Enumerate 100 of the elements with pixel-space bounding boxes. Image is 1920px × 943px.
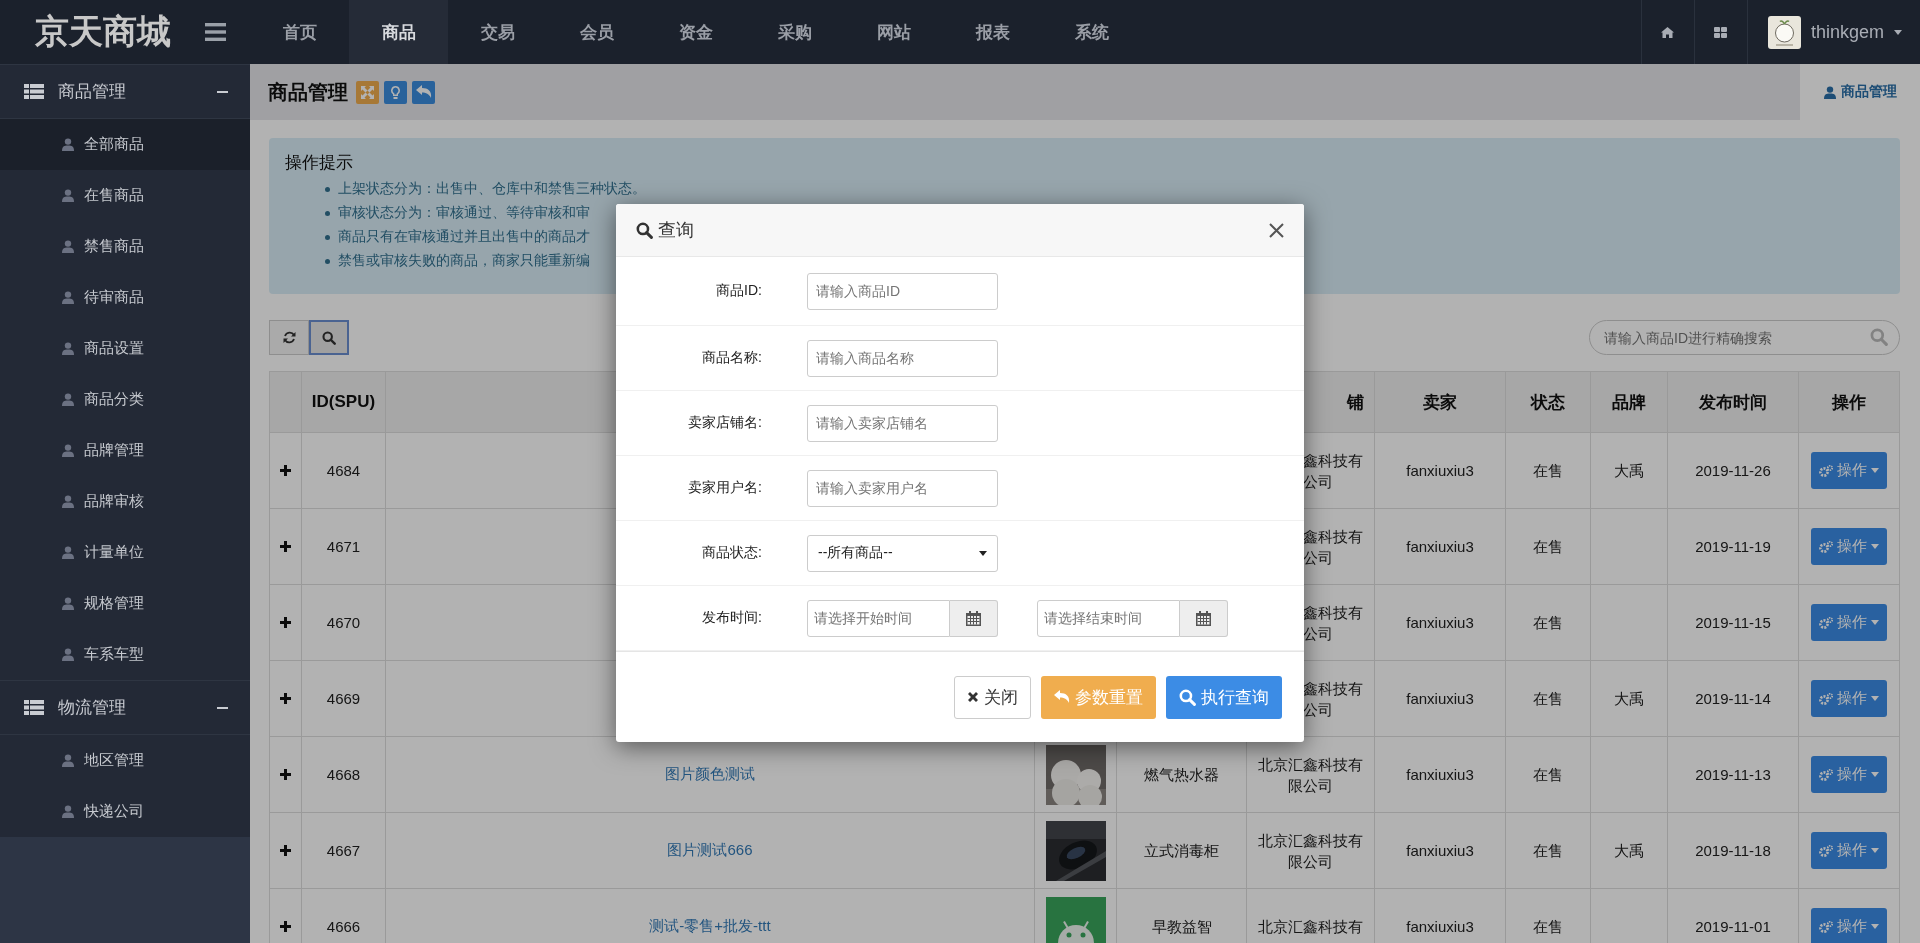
- sidebar-item[interactable]: 商品分类: [0, 374, 250, 425]
- sidebar-group[interactable]: 商品管理: [0, 64, 250, 119]
- expand-row-icon: [280, 769, 291, 780]
- expand-row-icon: [280, 693, 291, 704]
- text-field[interactable]: 请输入商品ID: [807, 272, 998, 310]
- sidebar-item[interactable]: 禁售商品: [0, 221, 250, 272]
- action-button[interactable]: 操作: [1811, 832, 1887, 869]
- tip-text: 商品只有在审核通过并且出售中的商品才: [338, 228, 590, 246]
- nav-tab[interactable]: 系统: [1042, 0, 1141, 64]
- sidebar-item[interactable]: 在售商品: [0, 170, 250, 221]
- product-link[interactable]: 图片测试666: [667, 841, 753, 860]
- sidebar-group[interactable]: 物流管理: [0, 680, 250, 735]
- sidebar-item[interactable]: 品牌审核: [0, 476, 250, 527]
- product-link[interactable]: 测试-零售+批发-ttt: [649, 917, 771, 936]
- nav-tab[interactable]: 首页: [250, 0, 349, 64]
- text-field[interactable]: 请输入商品名称: [807, 339, 998, 377]
- action-button[interactable]: 操作: [1811, 528, 1887, 565]
- caret-icon: [979, 550, 987, 556]
- date-field[interactable]: 请选择结束时间: [1037, 599, 1180, 637]
- action-button[interactable]: 操作: [1811, 680, 1887, 717]
- collapse-icon: [217, 706, 228, 709]
- search-icon: [1870, 328, 1888, 346]
- nav-tab[interactable]: 交易: [448, 0, 547, 64]
- list-icon: [24, 700, 44, 715]
- action-button[interactable]: 操作: [1811, 452, 1887, 489]
- menu-icon: [205, 23, 226, 41]
- tip-text: 禁售或审核失败的商品，商家只能重新编: [338, 252, 590, 270]
- field-label: 商品ID:: [715, 282, 762, 300]
- table-cell: 2019-11-18: [1695, 840, 1771, 861]
- calendar-button[interactable]: [1180, 599, 1228, 637]
- table-cell: fanxiuxiu3: [1406, 764, 1474, 785]
- avatar: [1767, 15, 1801, 49]
- sidebar-item[interactable]: 快递公司: [0, 786, 250, 837]
- caret-icon: [1871, 620, 1879, 625]
- caret-icon: [1871, 468, 1879, 473]
- product-link[interactable]: 图片颜色测试: [665, 765, 755, 784]
- page-tab[interactable]: 商品管理: [1800, 64, 1920, 120]
- status-dropdown[interactable]: --所有商品--: [807, 534, 998, 572]
- back-button[interactable]: [412, 80, 435, 104]
- tips-button[interactable]: [384, 80, 407, 104]
- search-button[interactable]: [309, 320, 349, 355]
- table-cell: 4684: [326, 460, 361, 481]
- table-cell: 2019-11-19: [1695, 536, 1771, 557]
- sidebar-item[interactable]: 全部商品: [0, 119, 250, 170]
- table-cell: 在售: [1533, 688, 1563, 709]
- nav-tab[interactable]: 会员: [547, 0, 646, 64]
- user-icon: [62, 754, 74, 767]
- field-label: 卖家店铺名:: [687, 414, 762, 432]
- bullet-icon: [325, 258, 330, 264]
- gears-icon: [1819, 540, 1833, 553]
- caret-icon: [1871, 848, 1879, 853]
- table-cell: 在售: [1533, 612, 1563, 633]
- expand-row-icon: [280, 541, 291, 552]
- close-icon: [967, 691, 979, 703]
- sidebar-item[interactable]: 品牌管理: [0, 425, 250, 476]
- close-button[interactable]: 关闭: [954, 675, 1031, 719]
- bullet-icon: [325, 210, 330, 216]
- sidebar-item[interactable]: 待审商品: [0, 272, 250, 323]
- table-cell: 2019-11-26: [1695, 460, 1771, 481]
- action-button[interactable]: 操作: [1811, 756, 1887, 793]
- user-icon: [1823, 85, 1836, 99]
- action-button[interactable]: 操作: [1811, 604, 1887, 641]
- sidebar-item[interactable]: 规格管理: [0, 578, 250, 629]
- table-cell: fanxiuxiu3: [1406, 536, 1474, 557]
- column-header: 品牌: [1612, 391, 1646, 414]
- sidebar-item[interactable]: 车系车型: [0, 629, 250, 680]
- table-cell-text: 鑫科技有公司: [1302, 450, 1364, 492]
- nav-tab[interactable]: 采购: [745, 0, 844, 64]
- collapse-icon: [217, 90, 228, 93]
- gears-icon: [1819, 692, 1833, 705]
- tip-text: 上架状态分为：出售中、仓库中和禁售三种状态。: [338, 180, 646, 198]
- calendar-button[interactable]: [950, 599, 998, 637]
- bullet-icon: [325, 234, 330, 240]
- column-header: 铺: [1347, 391, 1364, 414]
- field-label: 商品名称:: [701, 349, 762, 367]
- text-field[interactable]: 请输入卖家店铺名: [807, 404, 998, 442]
- column-header: ID(SPU): [311, 392, 376, 412]
- query-button[interactable]: 执行查询: [1166, 675, 1282, 719]
- search-field[interactable]: 请输入商品ID进行精确搜索: [1589, 320, 1900, 355]
- table-cell: 在售: [1533, 536, 1563, 557]
- gears-icon: [1819, 920, 1833, 933]
- lightbulb-icon: [391, 85, 400, 99]
- tip-text: 审核状态分为：审核通过、等待审核和审: [338, 204, 590, 222]
- caret-icon: [1894, 29, 1902, 35]
- nav-tab[interactable]: 报表: [943, 0, 1042, 64]
- sidebar-item[interactable]: 地区管理: [0, 735, 250, 786]
- action-button[interactable]: 操作: [1811, 908, 1887, 943]
- refresh-button[interactable]: [269, 320, 309, 355]
- nav-tab[interactable]: 资金: [646, 0, 745, 64]
- close-button[interactable]: [1269, 222, 1284, 238]
- user-icon: [62, 342, 74, 355]
- table-cell: 在售: [1533, 764, 1563, 785]
- nav-tab[interactable]: 网站: [844, 0, 943, 64]
- nav-tab[interactable]: 商品: [349, 0, 448, 64]
- user-icon: [62, 597, 74, 610]
- sidebar-item[interactable]: 计量单位: [0, 527, 250, 578]
- date-field[interactable]: 请选择开始时间: [807, 599, 950, 637]
- undo-icon: [415, 85, 432, 99]
- sidebar-item[interactable]: 商品设置: [0, 323, 250, 374]
- text-field[interactable]: 请输入卖家用户名: [807, 469, 998, 507]
